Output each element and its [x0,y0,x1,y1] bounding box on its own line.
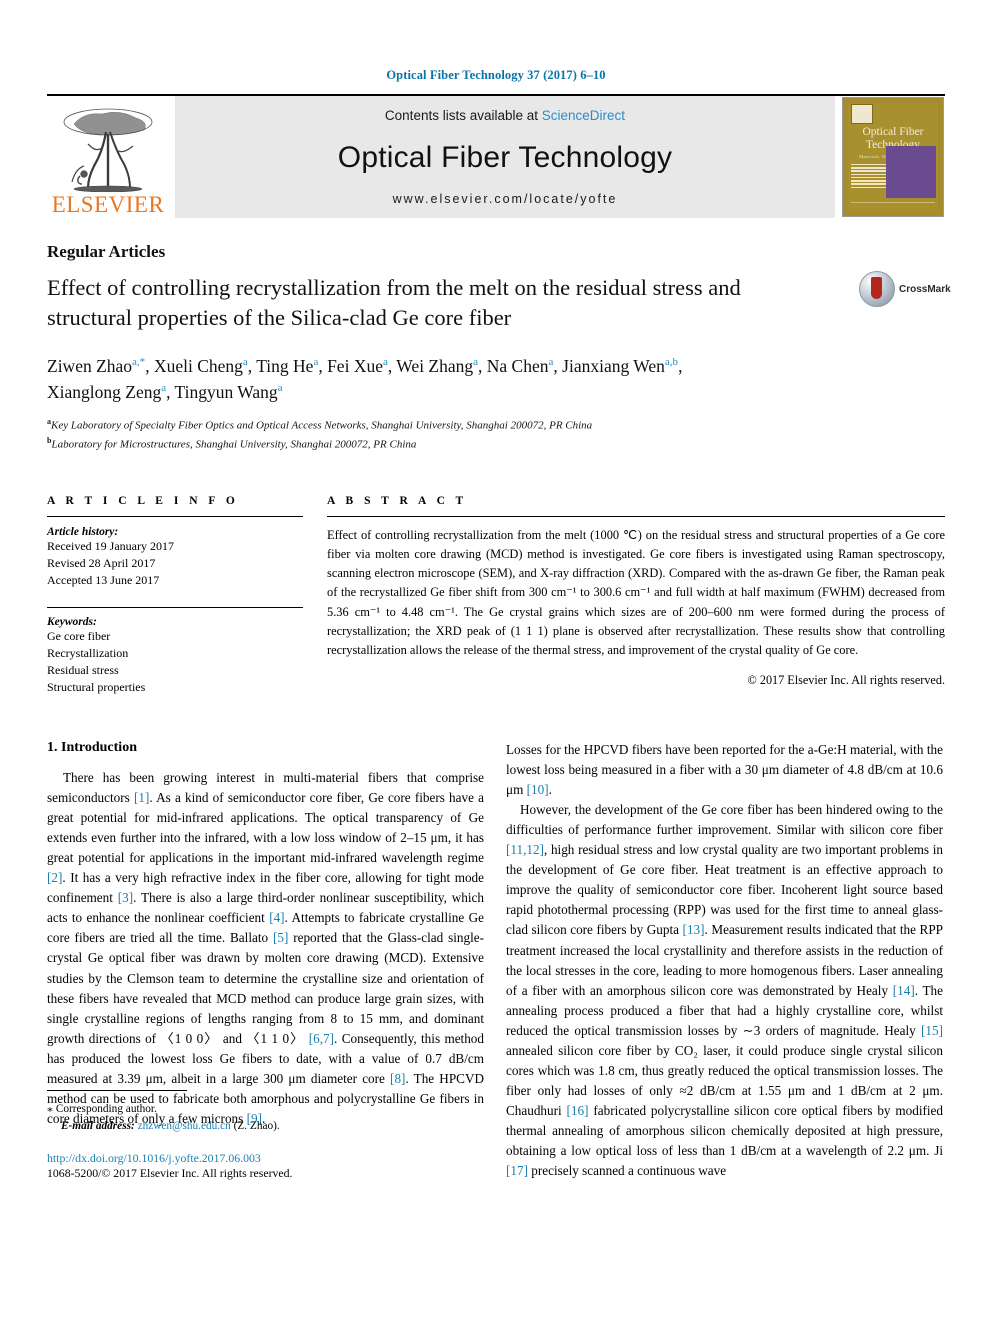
journal-cover: Optical Fiber Technology Materials, Devi… [841,96,945,218]
abstract-heading: A B S T R A C T [327,494,468,507]
masthead-center: Contents lists available at ScienceDirec… [175,96,835,218]
footnote-block: ⁎ Corresponding author. E-mail address: … [47,1090,484,1181]
cover-title-line1: Optical Fiber [862,126,924,138]
article-page: Optical Fiber Technology 37 (2017) 6–10 [0,0,992,1323]
issn-copyright-line: 1068-5200/© 2017 Elsevier Inc. All right… [47,1166,293,1181]
abstract-paragraph: Effect of controlling recrystallization … [327,527,945,657]
author-line-1: Ziwen Zhaoa,*, Xueli Chenga, Ting Hea, F… [47,355,683,376]
journal-title: Optical Fiber Technology [337,140,673,174]
cover-elsevier-mark-icon [851,104,873,124]
cover-artwork [886,146,936,198]
keyword-item: Recrystallization [47,645,129,660]
article-info-heading: A R T I C L E I N F O [47,494,239,507]
received-date: Received 19 January 2017 [47,538,174,553]
contents-prefix: Contents lists available at [384,108,539,123]
abstract-text: Effect of controlling recrystallization … [327,526,945,661]
keyword-item: Structural properties [47,679,146,694]
elsevier-tree-icon [63,108,153,192]
affiliation-b: bLaboratory for Microstructures, Shangha… [47,435,417,451]
accepted-date: Accepted 13 June 2017 [47,572,160,587]
keyword-item: Residual stress [47,662,119,677]
elsevier-wordmark: ELSEVIER [51,192,165,217]
crossmark-label: CrossMark [899,283,951,295]
journal-homepage-link[interactable]: www.elsevier.com/locate/yofte [393,192,618,206]
page-title: Effect of controlling recrystallization … [47,275,741,330]
article-history-label: Article history: [47,525,119,538]
body-column-right: Losses for the HPCVD fibers have been re… [506,740,943,1181]
email-link[interactable]: zhzwen@shu.edu.cn [138,1120,231,1132]
crossmark-icon [859,271,895,307]
intro-paragraph-right-1: Losses for the HPCVD fibers have been re… [506,741,943,797]
keywords-rule [47,606,303,608]
body-column-left: 1. Introduction There has been growing i… [47,740,484,1181]
email-label: E-mail address: [61,1120,135,1133]
intro-paragraph-left: There has been growing interest in multi… [47,769,485,1126]
sciencedirect-link[interactable]: ScienceDirect [542,108,625,123]
corresponding-author-text: Corresponding author. [55,1103,157,1116]
affiliation-list: aKey Laboratory of Specialty Fiber Optic… [47,416,945,452]
doi-link[interactable]: http://dx.doi.org/10.1016/j.yofte.2017.0… [47,1151,484,1166]
title-block: Regular Articles Effect of controlling r… [47,242,951,333]
asterisk-icon: ⁎ [47,1101,53,1116]
journal-cover-image: Optical Fiber Technology Materials, Devi… [842,97,944,217]
article-info-rule [47,515,303,517]
author-list: Ziwen Zhaoa,*, Xueli Chenga, Ting Hea, F… [47,353,837,406]
corresponding-author-line: ⁎ Corresponding author. [47,1099,484,1118]
article-info-column: A R T I C L E I N F O Article history: R… [47,495,303,696]
email-suffix: (Z. Zhao). [233,1120,280,1133]
doi-block: http://dx.doi.org/10.1016/j.yofte.2017.0… [47,1151,484,1181]
footnote-rule [47,1090,187,1092]
journal-masthead: ELSEVIER Contents lists available at Sci… [47,96,945,218]
copyright-line: © 2017 Elsevier Inc. All rights reserved… [747,673,945,688]
body-columns: 1. Introduction There has been growing i… [47,740,945,1181]
affiliation-a-text: Key Laboratory of Specialty Fiber Optics… [51,420,593,432]
affiliation-a: aKey Laboratory of Specialty Fiber Optic… [47,417,593,432]
email-line: E-mail address: zhzwen@shu.edu.cn (Z. Zh… [47,1118,484,1135]
section-heading-introduction: 1. Introduction [47,739,137,755]
running-head: Optical Fiber Technology 37 (2017) 6–10 [386,68,606,82]
cover-toc-lines [851,163,891,190]
intro-paragraph-right-2: However, the development of the Ge core … [506,802,943,1179]
cover-footer-band [851,202,935,212]
abstract-rule [327,515,945,517]
info-abstract-section: A R T I C L E I N F O Article history: R… [47,495,945,696]
elsevier-logo: ELSEVIER [47,96,169,218]
author-line-2: Xianglong Zenga, Tingyun Wanga [47,382,283,403]
revised-date: Revised 28 April 2017 [47,555,156,570]
abstract-column: A B S T R A C T Effect of controlling re… [327,495,945,696]
contents-available-line: Contents lists available at ScienceDirec… [385,108,625,123]
affiliation-b-text: Laboratory for Microstructures, Shanghai… [51,438,417,451]
keyword-item: Ge core fiber [47,628,111,643]
crossmark-badge[interactable]: CrossMark [859,268,951,310]
keywords-label: Keywords: [47,615,97,628]
article-type: Regular Articles [47,242,166,261]
